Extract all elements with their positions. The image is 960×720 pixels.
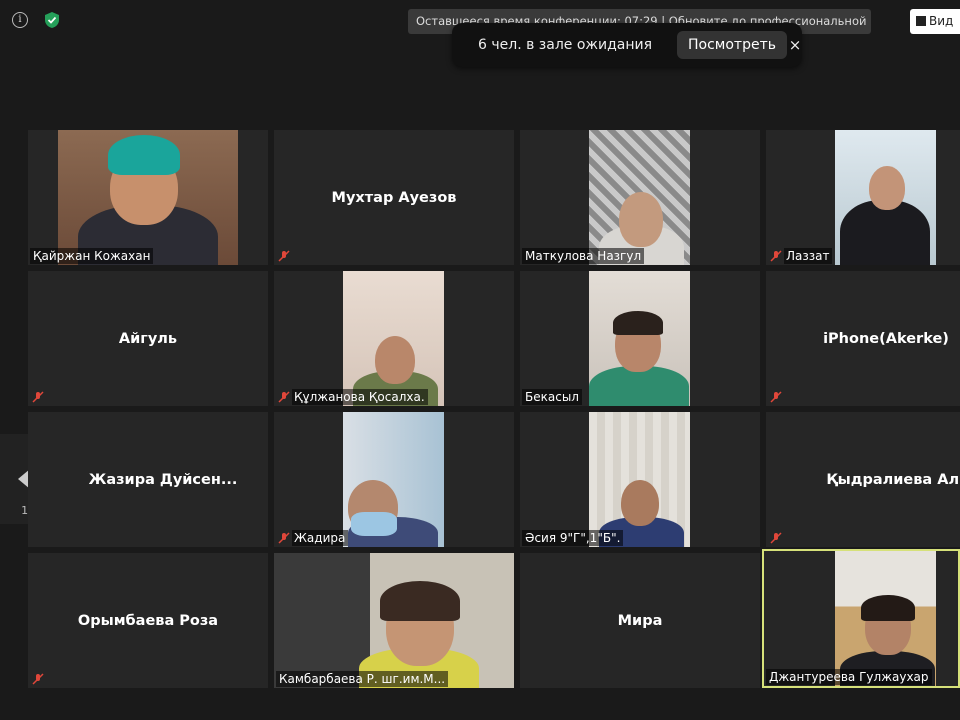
participant-video xyxy=(343,271,444,406)
waiting-room-notification: 6 чел. в зале ожидания Посмотреть × xyxy=(452,23,802,67)
participant-tile[interactable]: Мухтар Ауезов xyxy=(274,130,514,265)
participant-tile[interactable]: Бекасыл xyxy=(520,271,760,406)
participant-name-center: Мира xyxy=(617,612,663,629)
participant-name-center: Мухтар Ауезов xyxy=(331,189,457,206)
participant-tile[interactable]: Қайржан Кожахан xyxy=(28,130,268,265)
participant-tile[interactable]: Құлжанова Қосалха. xyxy=(274,271,514,406)
participant-name-center: iPhone(Akerke) xyxy=(823,330,949,347)
participant-name: Құлжанова Қосалха. xyxy=(292,389,428,405)
participant-name: Джантуреева Гулжаухар xyxy=(766,669,932,685)
muted-mic-icon xyxy=(278,250,290,262)
participant-tile[interactable]: Айгуль xyxy=(28,271,268,406)
participant-tile[interactable]: Орымбаева Роза xyxy=(28,553,268,688)
muted-mic-icon xyxy=(770,532,782,544)
participant-video xyxy=(58,130,238,265)
info-icon: i xyxy=(12,12,28,28)
participant-video xyxy=(835,551,936,686)
participant-name: Қайржан Кожахан xyxy=(30,248,154,264)
participant-name-center: Қыдралиева Ал... xyxy=(826,471,960,488)
participant-name: Лаззат xyxy=(784,248,833,264)
muted-mic-icon xyxy=(278,391,290,403)
participant-tile[interactable]: Камбарбаева Р. шг.им.М... xyxy=(274,553,514,688)
participant-tile[interactable]: Мира xyxy=(520,553,760,688)
participant-name: Маткулова Назгул xyxy=(522,248,645,264)
participant-tile[interactable]: Маткулова Назгул xyxy=(520,130,760,265)
muted-mic-icon xyxy=(770,250,782,262)
meeting-info-button[interactable]: i xyxy=(9,9,31,31)
participant-tile[interactable]: Қыдралиева Ал... xyxy=(766,412,960,547)
participant-name-center: Орымбаева Роза xyxy=(77,612,219,629)
security-shield-button[interactable] xyxy=(41,9,63,31)
participant-video xyxy=(589,130,690,265)
view-button-label: Вид xyxy=(929,14,954,28)
participant-tile[interactable]: Жазира Дуйсен... xyxy=(28,412,268,547)
participant-name-center: Айгуль xyxy=(118,330,178,347)
participant-tile-active-speaker[interactable]: Джантуреева Гулжаухар xyxy=(762,549,960,688)
participant-tile[interactable]: iPhone(Akerke) xyxy=(766,271,960,406)
close-notification-button[interactable]: × xyxy=(780,31,810,59)
participant-name-center: Жазира Дуйсен... xyxy=(88,471,238,488)
muted-mic-icon xyxy=(32,673,44,685)
participant-name: Әсия 9"Г",1"Б". xyxy=(522,530,624,546)
shield-check-icon xyxy=(45,12,59,28)
participant-name: Жадира xyxy=(292,530,349,546)
participant-name: Бекасыл xyxy=(522,389,582,405)
muted-mic-icon xyxy=(770,391,782,403)
view-button[interactable]: Вид xyxy=(910,9,960,34)
participant-video xyxy=(274,553,514,688)
muted-mic-icon xyxy=(278,532,290,544)
participant-video xyxy=(835,130,936,265)
participant-tile[interactable]: Лаззат xyxy=(766,130,960,265)
muted-mic-icon xyxy=(32,391,44,403)
participant-tile[interactable]: Жадира xyxy=(274,412,514,547)
participant-video xyxy=(589,271,690,406)
waiting-room-message: 6 чел. в зале ожидания xyxy=(478,37,653,53)
grid-view-icon xyxy=(916,16,926,26)
view-waiting-room-button[interactable]: Посмотреть xyxy=(677,31,787,59)
participant-name: Камбарбаева Р. шг.им.М... xyxy=(276,671,449,687)
participant-tile[interactable]: Әсия 9"Г",1"Б". xyxy=(520,412,760,547)
participant-video xyxy=(343,412,444,547)
participant-video xyxy=(589,412,690,547)
participant-grid: Қайржан Кожахан Мухтар Ауезов Маткулова … xyxy=(28,130,960,720)
